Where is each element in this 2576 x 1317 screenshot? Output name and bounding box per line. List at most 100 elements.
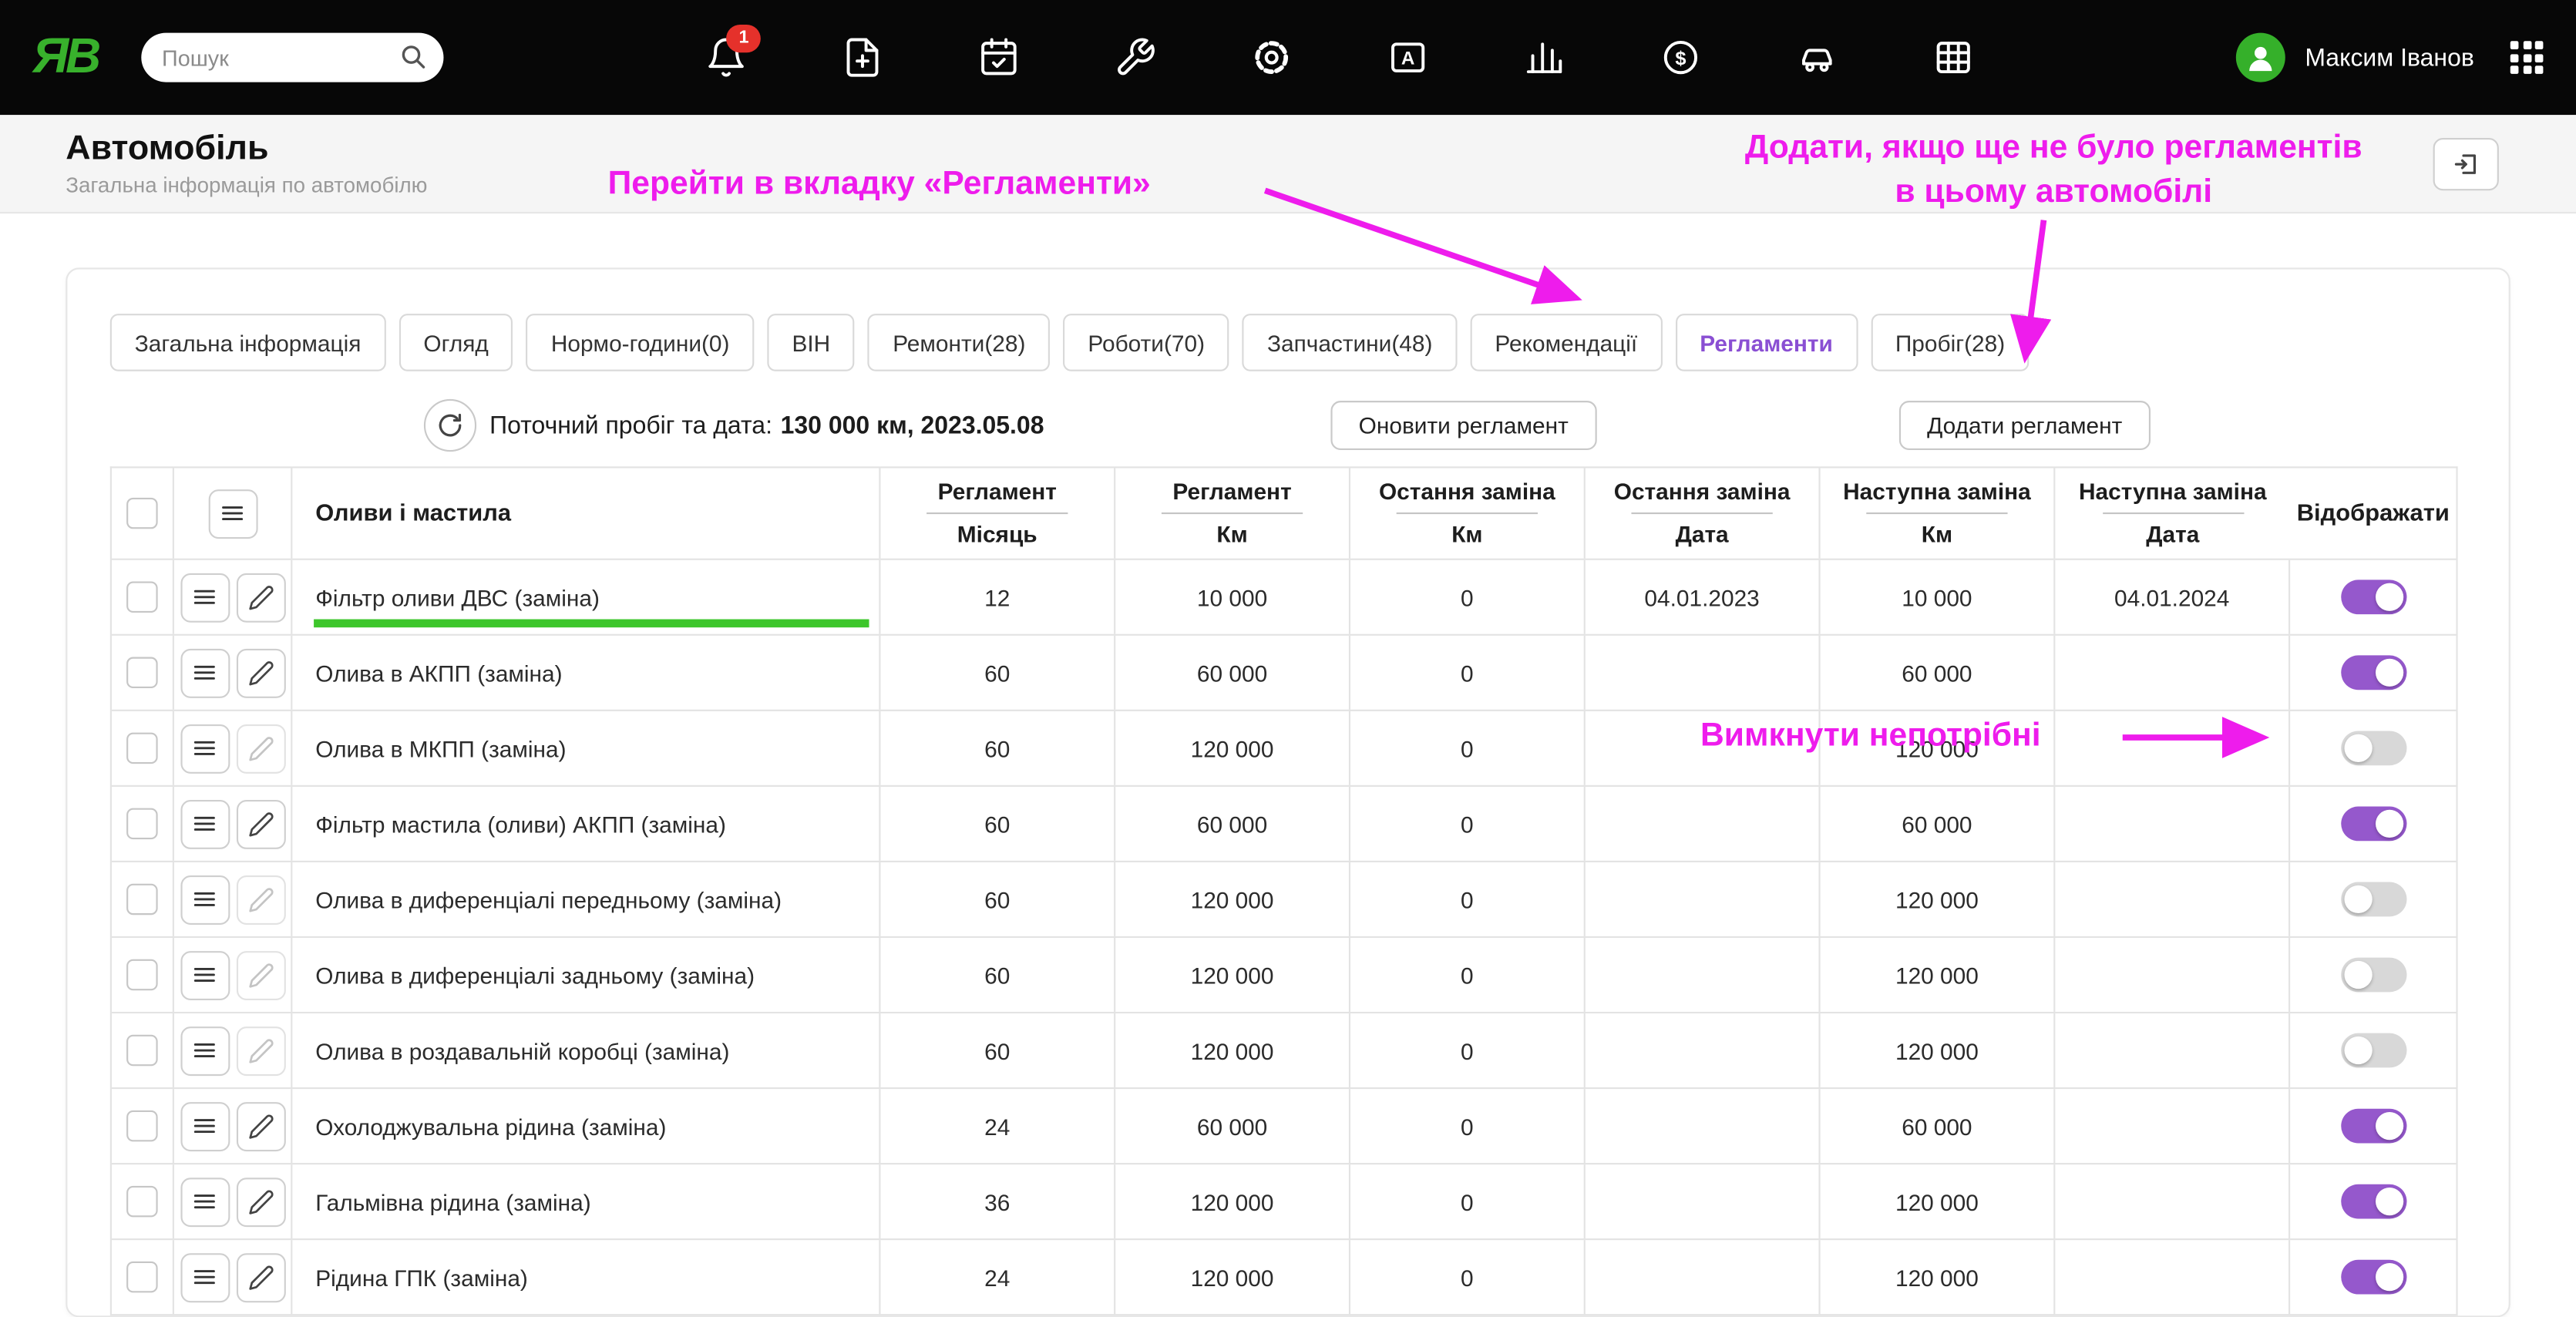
column-header: Остання заміна Дата xyxy=(1586,468,1821,559)
row-checkbox[interactable] xyxy=(126,808,158,840)
visibility-toggle[interactable] xyxy=(2340,1184,2406,1219)
select-all-checkbox[interactable] xyxy=(126,497,158,529)
row-edit-button[interactable] xyxy=(235,572,285,622)
row-name: Гальмівна рідина (заміна) xyxy=(315,1188,591,1215)
row-edit-button[interactable] xyxy=(235,1252,285,1302)
table-icon[interactable] xyxy=(1931,35,1976,80)
visibility-toggle[interactable] xyxy=(2340,1033,2406,1068)
search-icon[interactable] xyxy=(397,41,428,80)
row-checkbox[interactable] xyxy=(126,1034,158,1067)
cell-last_date xyxy=(1586,786,1821,861)
cell-next_date xyxy=(2055,938,2291,1012)
row-checkbox[interactable] xyxy=(126,1261,158,1293)
row-edit-button[interactable] xyxy=(235,1101,285,1151)
bar-chart-icon[interactable] xyxy=(1522,35,1566,80)
row-edit-button[interactable] xyxy=(235,647,285,697)
tab-6[interactable]: Запчастини(48) xyxy=(1243,314,1458,371)
cell-last_date xyxy=(1586,635,1821,710)
row-checkbox[interactable] xyxy=(126,657,158,689)
row-menu-button[interactable] xyxy=(180,874,230,924)
table-body: Фільтр оливи ДВС (заміна) 12 10 000 0 04.01.… xyxy=(111,559,2457,1316)
calendar-check-icon[interactable] xyxy=(977,35,1021,80)
row-edit-button[interactable] xyxy=(235,874,285,924)
visibility-toggle[interactable] xyxy=(2340,731,2406,766)
car-icon[interactable] xyxy=(1794,35,1839,80)
row-checkbox[interactable] xyxy=(126,732,158,764)
user-name[interactable]: Максим Іванов xyxy=(2305,43,2474,71)
row-checkbox[interactable] xyxy=(126,1110,158,1142)
plate-a-icon[interactable]: A xyxy=(1385,35,1430,80)
tab-4[interactable]: Ремонти(28) xyxy=(868,314,1051,371)
tab-7[interactable]: Рекомендації xyxy=(1470,314,1663,371)
add-regulation-button[interactable]: Додати регламент xyxy=(1898,401,2151,451)
navbar-user: Максим Іванов xyxy=(2235,32,2544,82)
column-header: Регламент Км xyxy=(1115,468,1351,559)
tab-0[interactable]: Загальна інформація xyxy=(109,314,386,371)
row-menu-button[interactable] xyxy=(180,723,230,773)
table-row: Олива в диференціалі задньому (заміна) 60… xyxy=(111,938,2457,1014)
row-menu-button[interactable] xyxy=(180,1177,230,1227)
visibility-toggle[interactable] xyxy=(2340,957,2406,993)
cell-next_date xyxy=(2055,786,2291,861)
cell-km: 120 000 xyxy=(1115,1164,1351,1239)
row-checkbox[interactable] xyxy=(126,581,158,613)
group-header: Оливи і мастила xyxy=(315,500,512,527)
tab-1[interactable]: Огляд xyxy=(399,314,513,371)
cell-next_km: 60 000 xyxy=(1821,1089,2056,1164)
table-row: Олива в диференціалі передньому (заміна)… xyxy=(111,862,2457,939)
search xyxy=(140,32,443,82)
row-menu-button[interactable] xyxy=(180,572,230,622)
tab-8-active[interactable]: Регламенти xyxy=(1675,314,1858,371)
header-menu-button[interactable] xyxy=(207,489,257,539)
row-menu-button[interactable] xyxy=(180,798,230,848)
row-edit-button[interactable] xyxy=(235,723,285,773)
page-title: Автомобіль xyxy=(66,129,269,168)
collapse-button[interactable] xyxy=(2433,136,2499,190)
visibility-toggle[interactable] xyxy=(2340,1259,2406,1295)
visibility-toggle[interactable] xyxy=(2340,882,2406,917)
cell-km: 60 000 xyxy=(1115,1089,1351,1164)
cell-last_date xyxy=(1586,1089,1821,1164)
row-menu-button[interactable] xyxy=(180,647,230,697)
cell-km: 60 000 xyxy=(1115,786,1351,861)
cell-month: 12 xyxy=(880,559,1116,634)
row-edit-button[interactable] xyxy=(235,950,285,1000)
tab-5[interactable]: Роботи(70) xyxy=(1063,314,1229,371)
row-menu-button[interactable] xyxy=(180,950,230,1000)
svg-text:$: $ xyxy=(1675,48,1686,69)
visibility-toggle[interactable] xyxy=(2340,1108,2406,1144)
row-checkbox[interactable] xyxy=(126,1185,158,1218)
visibility-toggle[interactable] xyxy=(2340,655,2406,690)
update-regulation-button[interactable]: Оновити регламент xyxy=(1330,401,1597,451)
tab-2[interactable]: Нормо-години(0) xyxy=(526,314,755,371)
navbar: ЯВ 1 A $ Максим Іванов xyxy=(0,0,2576,116)
row-checkbox[interactable] xyxy=(126,959,158,991)
gear-icon[interactable] xyxy=(1249,35,1293,80)
user-avatar-icon[interactable] xyxy=(2235,32,2285,82)
row-menu-button[interactable] xyxy=(180,1101,230,1151)
file-plus-icon[interactable] xyxy=(840,35,885,80)
row-name: Олива в МКПП (заміна) xyxy=(315,734,567,761)
bell-icon[interactable]: 1 xyxy=(704,23,762,80)
row-checkbox[interactable] xyxy=(126,883,158,916)
row-edit-button[interactable] xyxy=(235,1026,285,1076)
dollar-icon[interactable]: $ xyxy=(1658,35,1703,80)
tab-9[interactable]: Пробіг(28) xyxy=(1870,314,2030,371)
refresh-button[interactable] xyxy=(423,398,477,452)
visibility-toggle[interactable] xyxy=(2340,806,2406,842)
row-edit-button[interactable] xyxy=(235,1177,285,1227)
cell-next_km: 120 000 xyxy=(1821,1164,2056,1239)
apps-grid-icon[interactable] xyxy=(2510,41,2544,74)
row-menu-button[interactable] xyxy=(180,1252,230,1302)
app-logo[interactable]: ЯВ xyxy=(33,29,102,85)
row-menu-button[interactable] xyxy=(180,1026,230,1076)
cell-km: 120 000 xyxy=(1115,1240,1351,1315)
cell-last_date: 04.01.2023 xyxy=(1586,559,1821,634)
wrench-icon[interactable] xyxy=(1113,35,1158,80)
cell-next_km: 60 000 xyxy=(1821,635,2056,710)
visibility-toggle[interactable] xyxy=(2340,580,2406,615)
row-edit-button[interactable] xyxy=(235,798,285,848)
tab-3[interactable]: ВІН xyxy=(767,314,856,371)
content-card: Загальна інформація Огляд Нормо-години(0) В… xyxy=(66,267,2510,1317)
page-header: Автомобіль Загальна інформація по автомо… xyxy=(0,115,2576,214)
